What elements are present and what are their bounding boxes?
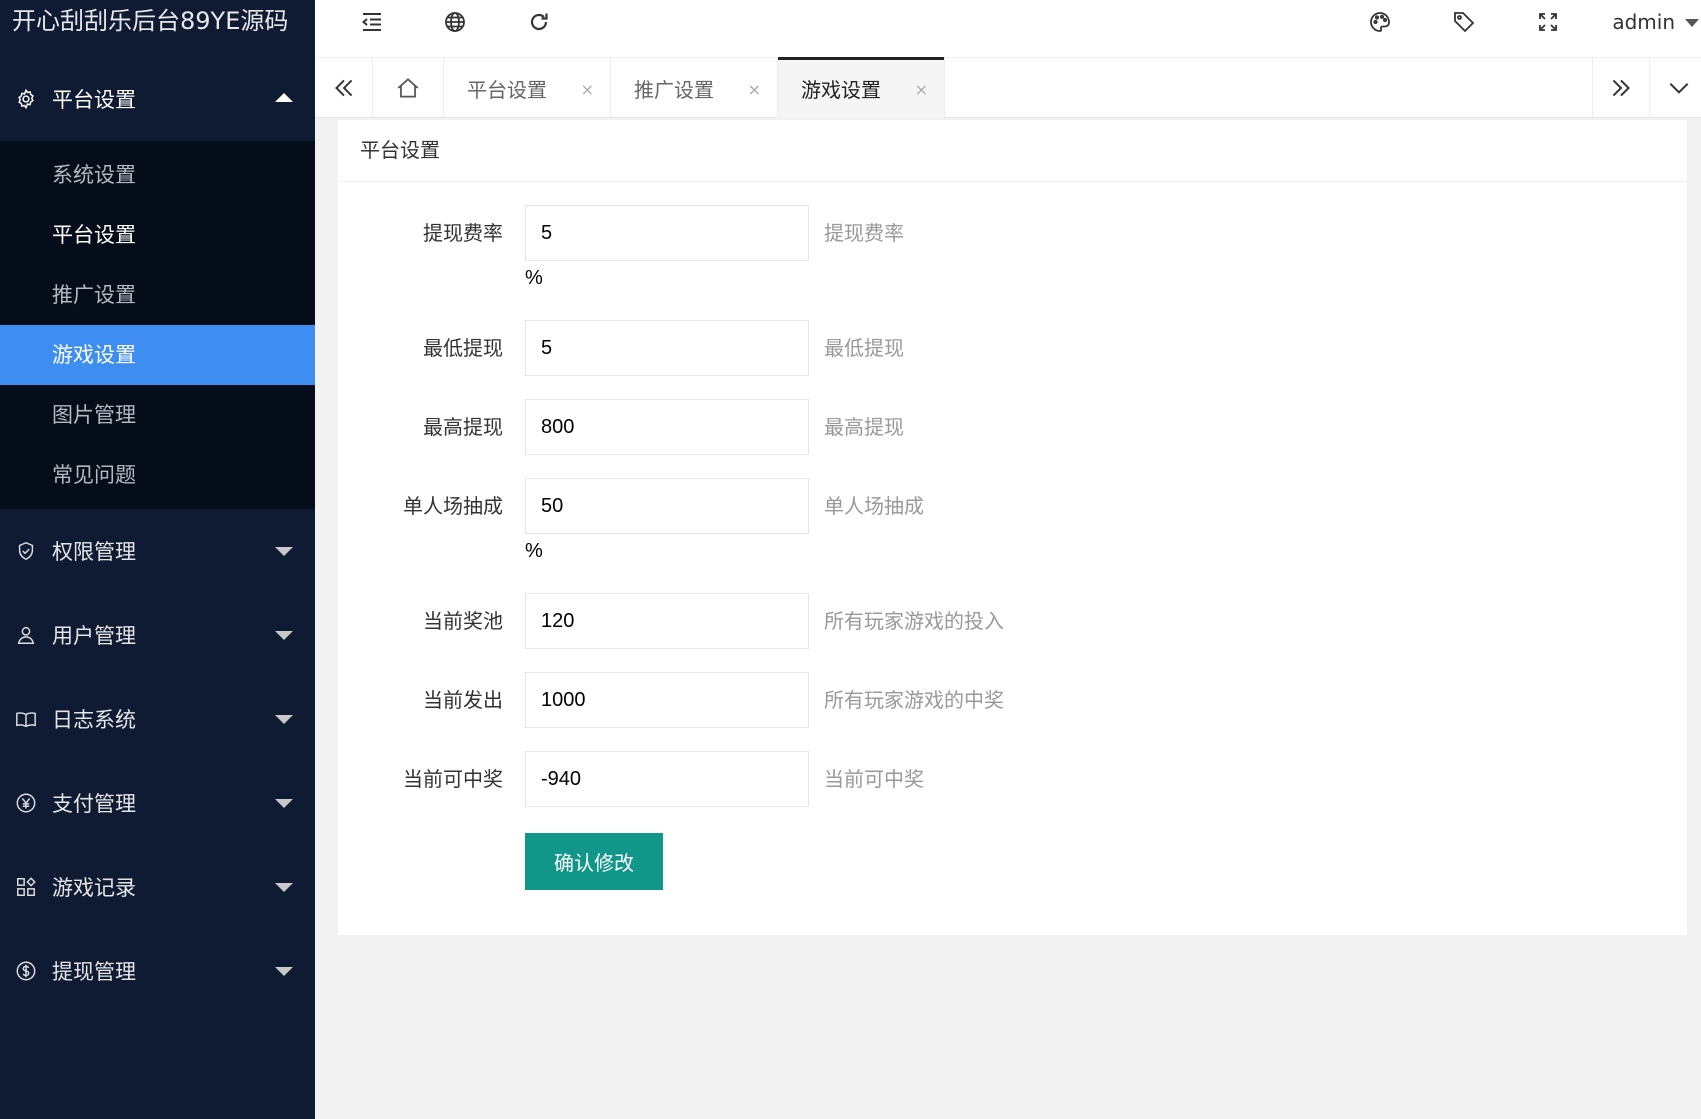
chevron-down-icon [275, 715, 293, 724]
menu-label: 日志系统 [52, 708, 136, 732]
sidebar-item-game-settings[interactable]: 游戏设置 [0, 325, 315, 385]
chevron-down-icon [275, 883, 293, 892]
sidebar-item-faq[interactable]: 常见问题 [0, 445, 315, 505]
field-hint: 单人场抽成 [824, 494, 924, 518]
chevron-down-icon [275, 631, 293, 640]
menu-group-withdraw: 提现管理 [0, 929, 315, 1013]
sidebar-item-system-settings[interactable]: 系统设置 [0, 145, 315, 205]
menu-platform-settings[interactable]: 平台设置 [0, 57, 315, 141]
menu-label: 提现管理 [52, 960, 136, 984]
field-hint: 当前可中奖 [824, 767, 924, 791]
field-label: 当前可中奖 [403, 767, 503, 791]
tabs-bar: 平台设置 × 推广设置 × 游戏设置 × [315, 57, 1701, 118]
refresh-icon[interactable] [523, 6, 555, 38]
menu-log-system[interactable]: 日志系统 [0, 677, 315, 761]
book-icon [14, 707, 38, 731]
app-title: 开心刮刮乐后台89YE源码 [0, 0, 315, 57]
settings-card: 平台设置 提现费率 提现费率 % 最低提现 最低提现 最高提现 最高提现 单人场… [338, 120, 1687, 935]
palette-icon[interactable] [1364, 6, 1396, 38]
menu-label: 支付管理 [52, 792, 136, 816]
sidebar-item-platform-settings[interactable]: 平台设置 [0, 205, 315, 265]
field-hint: 提现费率 [824, 221, 904, 245]
menu-group-payment: 支付管理 [0, 761, 315, 845]
chevron-up-icon [275, 93, 293, 102]
field-label: 单人场抽成 [403, 494, 503, 518]
menu-permission-management[interactable]: 权限管理 [0, 509, 315, 593]
menu-group-permission: 权限管理 [0, 509, 315, 593]
gear-icon [14, 87, 38, 111]
close-icon[interactable]: × [748, 80, 761, 99]
menu-label: 权限管理 [52, 540, 136, 564]
field-hint: 最高提现 [824, 415, 904, 439]
globe-icon[interactable] [439, 6, 471, 38]
menu-game-records[interactable]: 游戏记录 [0, 845, 315, 929]
menu-label: 游戏记录 [52, 876, 136, 900]
chevron-down-icon [275, 547, 293, 556]
withdraw-fee-input[interactable] [525, 205, 809, 261]
menu-group-log: 日志系统 [0, 677, 315, 761]
double-chevron-left-icon [334, 79, 352, 97]
menu-group-platform: 平台设置 系统设置 平台设置 推广设置 游戏设置 图片管理 常见问题 [0, 57, 315, 509]
tab-promotion-settings[interactable]: 推广设置 × [611, 58, 778, 118]
apps-icon [14, 875, 38, 899]
chevron-down-icon [275, 967, 293, 976]
current-payout-input[interactable] [525, 672, 809, 728]
home-icon [397, 78, 419, 98]
close-icon[interactable]: × [915, 80, 928, 99]
max-withdraw-input[interactable] [525, 399, 809, 455]
tag-icon[interactable] [1448, 6, 1480, 38]
current-pool-input[interactable] [525, 593, 809, 649]
min-withdraw-input[interactable] [525, 320, 809, 376]
menu-payment-management[interactable]: 支付管理 [0, 761, 315, 845]
user-menu[interactable]: admin [1612, 6, 1701, 38]
sidebar-item-promotion-settings[interactable]: 推广设置 [0, 265, 315, 325]
field-unit: % [525, 540, 543, 562]
user-icon [14, 623, 38, 647]
field-unit: % [525, 267, 543, 289]
chevron-down-icon [275, 799, 293, 808]
field-hint: 所有玩家游戏的中奖 [824, 688, 1004, 712]
caret-down-icon [1685, 19, 1699, 27]
top-header: admin [315, 0, 1701, 57]
field-label: 当前发出 [423, 688, 503, 712]
shield-icon [14, 539, 38, 563]
user-name: admin [1612, 10, 1675, 34]
menu-withdraw-management[interactable]: 提现管理 [0, 929, 315, 1013]
sidebar-item-image-management[interactable]: 图片管理 [0, 385, 315, 445]
tab-home[interactable] [373, 58, 444, 118]
menu-group-user: 用户管理 [0, 593, 315, 677]
field-hint: 所有玩家游戏的投入 [824, 609, 1004, 633]
tab-label: 平台设置 [467, 77, 547, 102]
close-icon[interactable]: × [581, 80, 594, 99]
chevron-down-icon [1669, 82, 1689, 94]
menu-label: 平台设置 [52, 88, 136, 112]
field-label: 最高提现 [423, 415, 503, 439]
menu-label: 用户管理 [52, 624, 136, 648]
tabs-dropdown-button[interactable] [1650, 58, 1701, 118]
tab-platform-settings[interactable]: 平台设置 × [444, 58, 611, 118]
single-commission-input[interactable] [525, 478, 809, 534]
dollar-icon [14, 959, 38, 983]
current-winnable-input[interactable] [525, 751, 809, 807]
tab-game-settings[interactable]: 游戏设置 × [778, 57, 945, 118]
tabs-scroll-left-button[interactable] [315, 58, 373, 118]
tab-label: 游戏设置 [801, 77, 881, 102]
fullscreen-icon[interactable] [1532, 6, 1564, 38]
double-chevron-right-icon [1612, 79, 1630, 97]
confirm-button[interactable]: 确认修改 [525, 833, 663, 890]
menu-group-game-records: 游戏记录 [0, 845, 315, 929]
field-label: 最低提现 [423, 336, 503, 360]
card-title: 平台设置 [338, 120, 1687, 182]
submenu-platform: 系统设置 平台设置 推广设置 游戏设置 图片管理 常见问题 [0, 141, 315, 509]
field-label: 提现费率 [423, 221, 503, 245]
sidebar: 开心刮刮乐后台89YE源码 平台设置 系统设置 平台设置 推广设置 游戏设置 图… [0, 0, 315, 1119]
menu-user-management[interactable]: 用户管理 [0, 593, 315, 677]
yen-icon [14, 791, 38, 815]
menu-fold-icon[interactable] [356, 6, 388, 38]
tabs-scroll-right-button[interactable] [1592, 58, 1650, 118]
tab-label: 推广设置 [634, 77, 714, 102]
field-label: 当前奖池 [423, 609, 503, 633]
field-hint: 最低提现 [824, 336, 904, 360]
